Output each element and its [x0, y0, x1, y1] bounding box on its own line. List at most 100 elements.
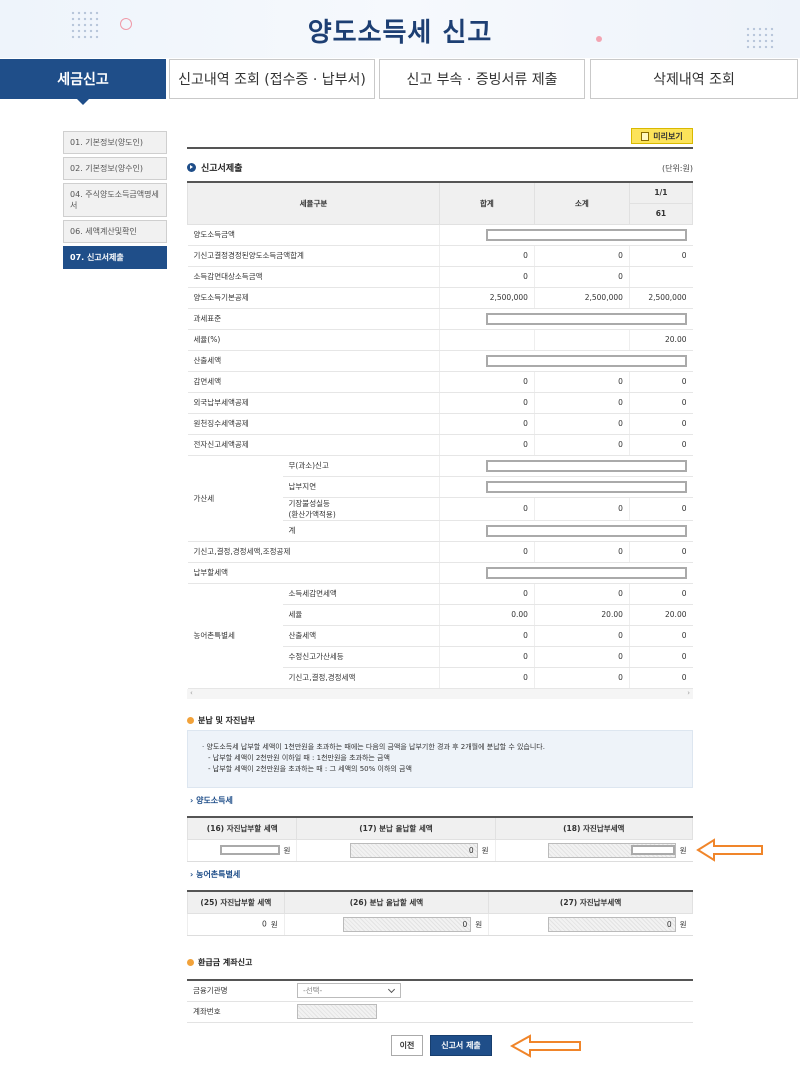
bank-label: 금융기관명 [187, 980, 291, 1002]
prev-button[interactable]: 이전 [391, 1035, 423, 1056]
value-cell: 0 [438, 541, 535, 563]
row-label: 외국납부세액공제 [187, 392, 440, 414]
value-cell: 2,500,000 [628, 287, 693, 309]
col-header: (18) 자진납부세액 [494, 816, 694, 840]
table-row: 농어촌특별세 소득세감면세액 0 0 0 [187, 583, 693, 689]
redacted-value [630, 844, 675, 855]
sidebar-item-submit[interactable]: 07. 신고서제출 [63, 246, 167, 269]
value-cell: 0 [533, 646, 630, 668]
row-label: 무(과소)신고 [282, 455, 440, 477]
sidebar-item-seller-info[interactable]: 01. 기본정보(양도인) [63, 131, 167, 154]
sidebar-item-tax-calc[interactable]: 06. 세액계산및확인 [63, 220, 167, 243]
value-cell: 0 [438, 667, 535, 689]
installment-title: 분납 및 자진납부 [187, 715, 255, 726]
value-cell: 0 [628, 667, 693, 689]
sidebar-item-stock-income[interactable]: 04. 주식양도소득금액명세서 [63, 183, 167, 217]
self-payment-input[interactable]: 0 [547, 916, 676, 932]
refund-title: 환급금 계좌신고 [187, 957, 252, 968]
redacted-value [485, 228, 687, 241]
document-icon [641, 131, 650, 141]
row-label: 양도소득기본공제 [187, 287, 440, 309]
value-cell: 0 [533, 583, 630, 605]
redacted-cell [438, 350, 693, 372]
table-row: 소득감면대상소득금액 0 0 [187, 266, 693, 288]
unit-won: 원 [283, 845, 291, 855]
preview-label: 미리보기 [653, 131, 683, 141]
tab-tax-filing[interactable]: 세금신고 [0, 59, 166, 105]
value-cell: 0 [628, 245, 693, 267]
value-cell: 0 [628, 625, 693, 647]
group-label: 농어촌특별세 [187, 583, 283, 689]
bank-cell: -선택- [291, 980, 693, 1002]
sidebar-item-buyer-info[interactable]: 02. 기본정보(양수인) [63, 157, 167, 180]
annotation-arrow-icon [696, 838, 763, 862]
value-cell: 0 [533, 245, 630, 267]
row-label: 기신고결정경정된양도소득금액합계 [187, 245, 440, 267]
preview-button[interactable]: 미리보기 [631, 128, 693, 144]
row-label: 산출세액 [282, 625, 440, 647]
value-cell: 0 [533, 266, 630, 288]
col-header-subtotal: 소계 [533, 181, 630, 225]
value-cell: 2,500,000 [533, 287, 630, 309]
installment-amount-input[interactable]: 0 [343, 916, 472, 932]
tab-deleted-history[interactable]: 삭제내역 조회 [590, 59, 798, 99]
tab-attachments[interactable]: 신고 부속 · 증빙서류 제출 [379, 59, 585, 99]
table-row: 기신고결정경정된양도소득금액합계 0 0 0 [187, 245, 693, 267]
redacted-cell [438, 520, 693, 542]
group-label: 가산세 [187, 455, 283, 542]
table-row: 양도소득기본공제 2,500,000 2,500,000 2,500,000 [187, 287, 693, 309]
table-row: 양도소득금액 [187, 224, 693, 246]
bullet-icon [187, 163, 196, 172]
row-label: 기신고,결정,경정세액 [282, 667, 440, 689]
row-label: 소득감면대상소득금액 [187, 266, 440, 288]
value-cell: 0 [628, 541, 693, 563]
table-row: 원천징수세액공제 0 0 0 [187, 413, 693, 435]
value-cell: 0 [533, 413, 630, 435]
sidebar: 01. 기본정보(양도인) 02. 기본정보(양수인) 04. 주식양도소득금액… [63, 131, 167, 272]
col-header: (27) 자진납부세액 [488, 890, 693, 914]
col-header-code: 61 [628, 202, 694, 225]
tab-filing-history[interactable]: 신고내역 조회 (접수증 · 납부서) [169, 59, 375, 99]
installment-amount-input[interactable]: 0 [349, 842, 478, 858]
bullet-icon [187, 959, 194, 966]
redacted-cell [628, 266, 693, 288]
redacted-value [485, 354, 687, 367]
refund-account-table: 금융기관명 -선택- 계좌번호 [187, 979, 693, 1023]
account-cell [291, 1001, 693, 1023]
col-header: (25) 자진납부할 세액 [187, 890, 285, 914]
table-row: 세율(%) 20.00 [187, 329, 693, 351]
self-pay-cell: 원 [186, 839, 297, 862]
section-title: 신고서제출 [187, 161, 242, 174]
account-number-input[interactable] [297, 1004, 377, 1019]
redacted-cell [438, 562, 693, 584]
unit-won: 원 [475, 919, 483, 929]
value-cell: 0.00 [438, 604, 535, 626]
refund-title-text: 환급금 계좌신고 [198, 958, 253, 967]
value-cell: 0 [438, 371, 535, 393]
unit-won: 원 [679, 919, 687, 929]
self-payment-input[interactable] [547, 842, 676, 858]
value-cell: 0 [438, 497, 535, 521]
scroll-right-icon[interactable]: › [687, 689, 690, 697]
table-row: 산출세액 [187, 350, 693, 372]
row-label: 감면세액 [187, 371, 440, 393]
tax-table: 세율구분 합계 소계 1/1 61 양도소득금액 기신고결정경정된양도소득금액합계… [187, 181, 694, 689]
value-cell: 20.00 [628, 329, 693, 351]
note-line: - 납부할 세액이 2천만원 이하일 때 : 1천만원을 초과하는 금액 [208, 754, 390, 762]
table-row: 감면세액 0 0 0 [187, 371, 693, 393]
value-cell: 0 [438, 646, 535, 668]
redacted-cell [438, 476, 693, 498]
value-cell: 0 [533, 434, 630, 456]
scroll-left-icon[interactable]: ‹ [190, 689, 193, 697]
col-header: (17) 분납 올납할 세액 [296, 816, 496, 840]
value-cell: 0 [438, 583, 535, 605]
page-title: 양도소득세 신고 [307, 18, 493, 48]
horizontal-scrollbar[interactable]: ‹ › [187, 689, 693, 699]
bank-select[interactable]: -선택- [297, 983, 401, 999]
unit-won: 원 [679, 845, 687, 855]
rural-tax-title: › 농어촌특별세 [190, 870, 241, 879]
submit-button[interactable]: 신고서 제출 [430, 1035, 492, 1056]
redacted-value [485, 566, 687, 579]
row-label: 납부지연 [282, 476, 440, 498]
value-cell: 0 [533, 541, 630, 563]
